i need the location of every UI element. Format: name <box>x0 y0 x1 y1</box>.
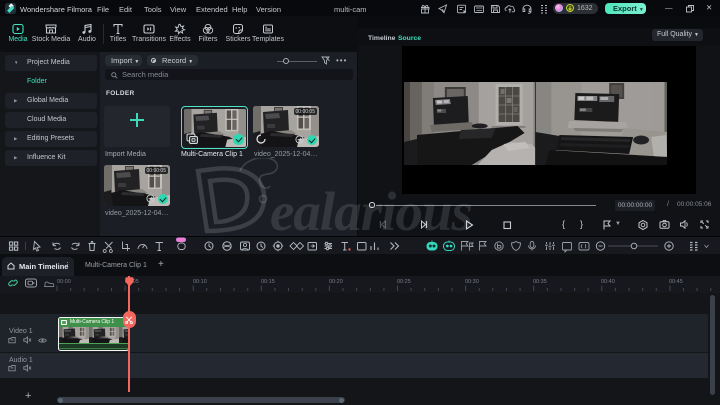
svg-text:ealarious: ealarious <box>270 181 472 242</box>
